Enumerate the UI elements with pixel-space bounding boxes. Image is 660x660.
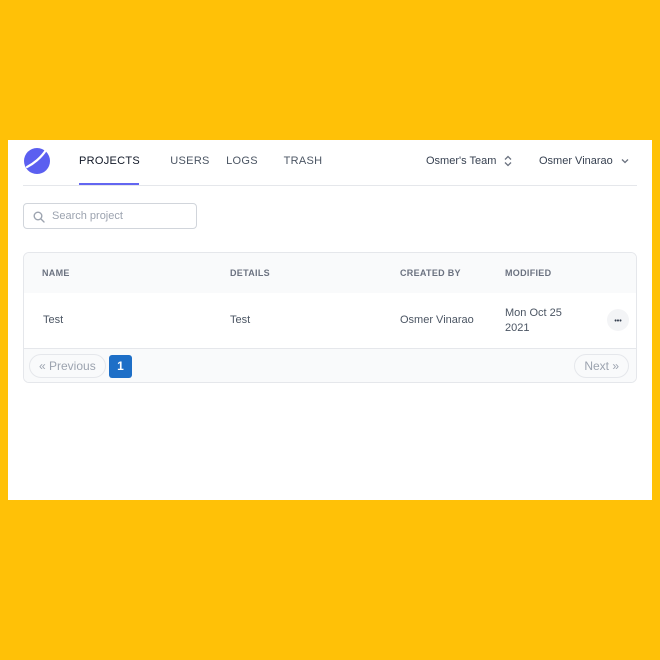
search-icon	[33, 211, 45, 223]
cell-modified: Mon Oct 25 2021	[505, 306, 585, 336]
app-logo-icon[interactable]	[23, 147, 51, 175]
pagination: « Previous 1 Next »	[24, 348, 636, 382]
team-name: Osmer's Team	[426, 155, 497, 167]
page-1-button[interactable]: 1	[109, 355, 132, 378]
row-actions-button[interactable]: •••	[607, 309, 629, 331]
modified-date: Mon Oct 25	[505, 307, 562, 319]
table-row[interactable]: Test Test Osmer Vinarao Mon Oct 25 2021 …	[24, 293, 636, 348]
column-header-created-by: CREATED BY	[400, 268, 461, 278]
tab-logs[interactable]: LOGS	[226, 140, 258, 185]
tab-projects[interactable]: PROJECTS	[79, 140, 140, 185]
search-box	[23, 203, 197, 229]
chevron-down-icon	[621, 159, 629, 164]
column-header-name: NAME	[42, 268, 70, 278]
more-icon: •••	[614, 318, 622, 325]
table-header: NAME DETAILS CREATED BY MODIFIED	[24, 253, 636, 293]
top-nav: PROJECTS USERS LOGS TRASH Osmer's Team O…	[23, 140, 637, 186]
previous-button[interactable]: « Previous	[29, 354, 106, 378]
cell-created-by: Osmer Vinarao	[400, 314, 474, 326]
column-header-details: DETAILS	[230, 268, 270, 278]
user-name: Osmer Vinarao	[539, 155, 613, 167]
column-header-modified: MODIFIED	[505, 268, 552, 278]
projects-table: NAME DETAILS CREATED BY MODIFIED Test Te…	[23, 252, 637, 383]
cell-details: Test	[230, 314, 251, 326]
tab-trash[interactable]: TRASH	[283, 140, 323, 185]
cell-name: Test	[43, 314, 64, 326]
next-button[interactable]: Next »	[574, 354, 629, 378]
app-window: PROJECTS USERS LOGS TRASH Osmer's Team O…	[8, 140, 652, 500]
chevron-updown-icon	[504, 155, 512, 167]
user-menu[interactable]: Osmer Vinarao	[539, 140, 630, 183]
modified-year: 2021	[505, 322, 530, 334]
search-input[interactable]	[52, 206, 192, 226]
tab-users[interactable]: USERS	[169, 140, 211, 185]
team-switcher[interactable]: Osmer's Team	[426, 140, 513, 183]
